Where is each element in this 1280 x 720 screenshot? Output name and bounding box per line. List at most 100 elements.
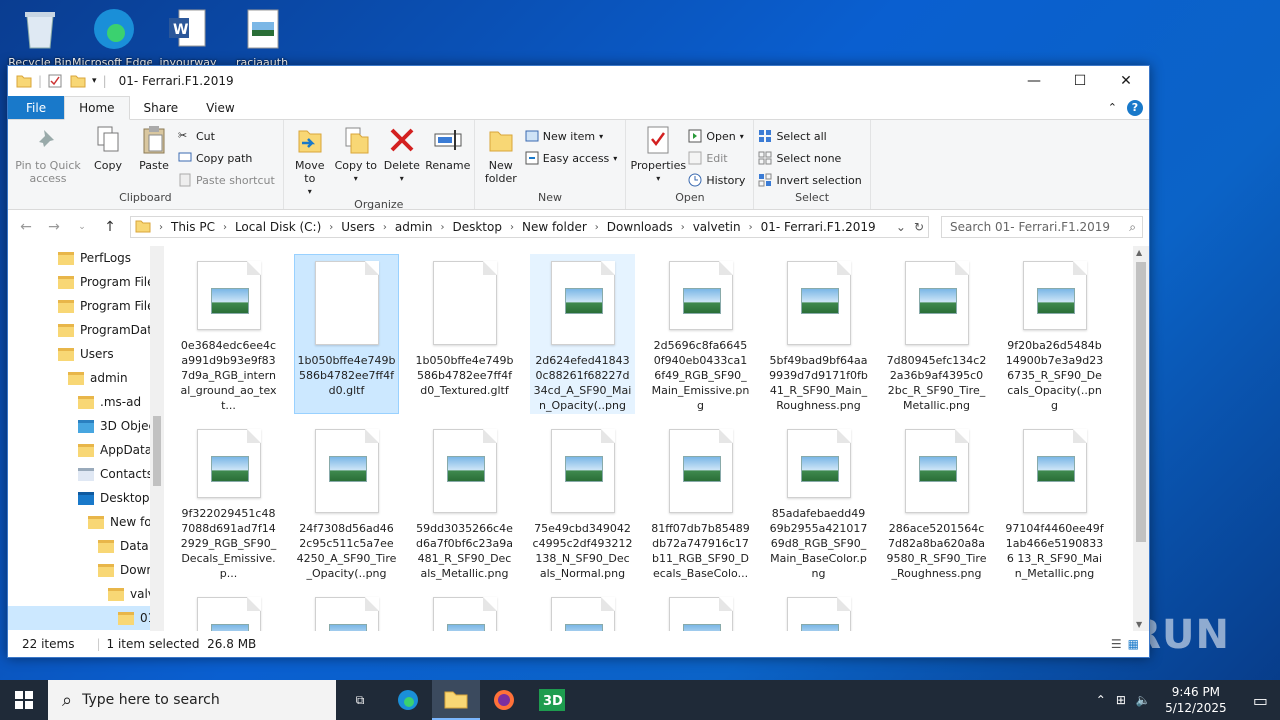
tree-item[interactable]: New folder: [8, 510, 150, 534]
clock[interactable]: 9:46 PM 5/12/2025: [1161, 684, 1231, 716]
tree-item[interactable]: 01- Ferrari.F1.2019: [8, 606, 150, 630]
history-button[interactable]: History: [688, 170, 749, 190]
breadcrumb-separator-icon[interactable]: ›: [223, 222, 227, 233]
notifications-icon[interactable]: ▭: [1241, 691, 1280, 710]
paste-shortcut-button[interactable]: Paste shortcut: [178, 170, 279, 190]
new-folder-icon[interactable]: [70, 74, 86, 88]
breadcrumb-item[interactable]: Local Disk (C:): [235, 220, 321, 234]
tree-item[interactable]: Contacts: [8, 462, 150, 486]
file-item[interactable]: 97104f4460ee49f1ab466e51908336 13_R_SF90…: [1002, 422, 1107, 582]
recent-dropdown-icon[interactable]: ⌄: [70, 222, 94, 232]
breadcrumb-separator-icon[interactable]: ›: [749, 222, 753, 233]
task-view-button[interactable]: ⧉: [336, 680, 384, 720]
tree-item[interactable]: Downloads: [8, 558, 150, 582]
copy-path-button[interactable]: Copy path: [178, 148, 279, 168]
close-button[interactable]: ✕: [1103, 66, 1149, 96]
invert-selection-button[interactable]: Invert selection: [758, 170, 865, 190]
breadcrumb-item[interactable]: Desktop: [452, 220, 502, 234]
desktop-icon[interactable]: Winyourway: [148, 6, 228, 70]
tree-item[interactable]: .ms-ad: [8, 390, 150, 414]
scroll-up-icon[interactable]: ▲: [1136, 248, 1142, 257]
file-item[interactable]: 7d80945efc134c22a36b9af4395c02bc_R_SF90_…: [884, 254, 989, 414]
taskbar-file-explorer[interactable]: [432, 680, 480, 720]
file-item[interactable]: 75e49cbd349042c4995c2df493212138_N_SF90_…: [530, 422, 635, 582]
file-item[interactable]: 0e3684edc6ee4ca991d9b93e9f837d9a_RGB_int…: [176, 254, 281, 414]
move-to-button[interactable]: Move to ▾: [288, 122, 332, 198]
file-item[interactable]: 286ace5201564c7d82a8ba620a8a9580_R_SF90_…: [884, 422, 989, 582]
breadcrumb-separator-icon[interactable]: ›: [329, 222, 333, 233]
select-none-button[interactable]: Select none: [758, 148, 865, 168]
file-item[interactable]: 1b050bffe4e749b586b4782ee7ff4fd0_Texture…: [412, 254, 517, 414]
back-arrow-icon[interactable]: ←: [14, 219, 38, 235]
file-item[interactable]: [412, 590, 517, 631]
tree-item[interactable]: Program Files: [8, 270, 150, 294]
start-button[interactable]: [0, 680, 48, 720]
new-item-button[interactable]: New item ▾: [525, 126, 622, 146]
copy-to-button[interactable]: Copy to ▾: [334, 122, 378, 185]
taskbar-3d-viewer[interactable]: 3D: [528, 680, 576, 720]
rename-button[interactable]: Rename: [425, 122, 470, 172]
tree-item[interactable]: ProgramData: [8, 318, 150, 342]
forward-arrow-icon[interactable]: →: [42, 219, 66, 235]
desktop-icon[interactable]: raciaauth: [222, 6, 302, 70]
tree-item[interactable]: admin: [8, 366, 150, 390]
network-icon[interactable]: ⊞: [1116, 693, 1126, 707]
breadcrumb-item[interactable]: New folder: [522, 220, 587, 234]
tree-item[interactable]: Users: [8, 342, 150, 366]
search-box[interactable]: Search 01- Ferrari.F1.2019 ⌕: [941, 216, 1143, 238]
tab-home[interactable]: Home: [64, 96, 130, 120]
breadcrumb-item[interactable]: valvetin: [693, 220, 741, 234]
breadcrumb-item[interactable]: admin: [395, 220, 433, 234]
minimize-button[interactable]: —: [1011, 66, 1057, 96]
cut-button[interactable]: ✂ Cut: [178, 126, 279, 146]
file-item[interactable]: 9f322029451c487088d691ad7f142929_RGB_SF9…: [176, 422, 281, 582]
file-item[interactable]: 2d624efed418430c88261f68227d34cd_A_SF90_…: [530, 254, 635, 414]
tab-share[interactable]: Share: [130, 96, 193, 119]
file-item[interactable]: 24f7308d56ad462c95c511c5a7ee4250_A_SF90_…: [294, 422, 399, 582]
open-button[interactable]: Open ▾: [688, 126, 749, 146]
breadcrumb-item[interactable]: Users: [341, 220, 375, 234]
taskbar-firefox[interactable]: [480, 680, 528, 720]
tab-file[interactable]: File: [8, 96, 65, 119]
file-item[interactable]: [176, 590, 281, 631]
scroll-down-icon[interactable]: ▼: [1136, 620, 1142, 629]
pin-quick-access-button[interactable]: Pin to Quick access: [12, 122, 84, 185]
delete-button[interactable]: Delete ▾: [380, 122, 424, 185]
refresh-icon[interactable]: ↻: [914, 220, 924, 234]
tree-item[interactable]: Desktop: [8, 486, 150, 510]
breadcrumb-separator-icon[interactable]: ›: [595, 222, 599, 233]
volume-icon[interactable]: 🔈: [1136, 693, 1151, 707]
tab-view[interactable]: View: [192, 96, 248, 119]
new-folder-button[interactable]: New folder: [479, 122, 523, 185]
easy-access-button[interactable]: Easy access ▾: [525, 148, 622, 168]
tree-item[interactable]: valvetin: [8, 582, 150, 606]
taskbar-search[interactable]: ⌕ Type here to search: [48, 680, 336, 720]
file-item[interactable]: 2d5696c8fa66450f940eb0433ca16f49_RGB_SF9…: [648, 254, 753, 414]
tree-item[interactable]: Data: [8, 534, 150, 558]
up-arrow-icon[interactable]: ↑: [98, 219, 122, 235]
paste-button[interactable]: Paste: [132, 122, 176, 172]
file-item[interactable]: [294, 590, 399, 631]
help-icon[interactable]: ?: [1127, 99, 1143, 116]
breadcrumb-separator-icon[interactable]: ›: [159, 222, 163, 233]
tree-item[interactable]: Program Files: [8, 294, 150, 318]
file-item[interactable]: [766, 590, 871, 631]
file-item[interactable]: 85adafebaedd4969b2955a42101769d8_RGB_SF9…: [766, 422, 871, 582]
file-item[interactable]: 1b050bffe4e749b586b4782ee7ff4fd0.gltf: [294, 254, 399, 414]
file-list-scrollbar[interactable]: ▲ ▼: [1133, 246, 1149, 631]
breadcrumb-item[interactable]: This PC: [171, 220, 215, 234]
breadcrumb-separator-icon[interactable]: ›: [510, 222, 514, 233]
breadcrumb-separator-icon[interactable]: ›: [383, 222, 387, 233]
breadcrumb-separator-icon[interactable]: ›: [440, 222, 444, 233]
address-dropdown-icon[interactable]: ⌄: [896, 220, 906, 234]
file-item[interactable]: 81ff07db7b85489db72a747916c17b11_RGB_SF9…: [648, 422, 753, 582]
scrollbar-thumb[interactable]: [1136, 262, 1146, 542]
file-item[interactable]: 5bf49bad9bf64aa9939d7d9171f0fb41_R_SF90_…: [766, 254, 871, 414]
breadcrumb-item[interactable]: Downloads: [607, 220, 673, 234]
copy-button[interactable]: Copy: [86, 122, 130, 172]
show-hidden-icons[interactable]: ⌃: [1096, 693, 1106, 707]
file-item[interactable]: 9f20ba26d5484b14900b7e3a9d236735_R_SF90_…: [1002, 254, 1107, 414]
collapse-ribbon-icon[interactable]: ⌃: [1108, 101, 1117, 114]
tree-item[interactable]: AppData: [8, 438, 150, 462]
details-view-icon[interactable]: ☰: [1111, 637, 1122, 651]
